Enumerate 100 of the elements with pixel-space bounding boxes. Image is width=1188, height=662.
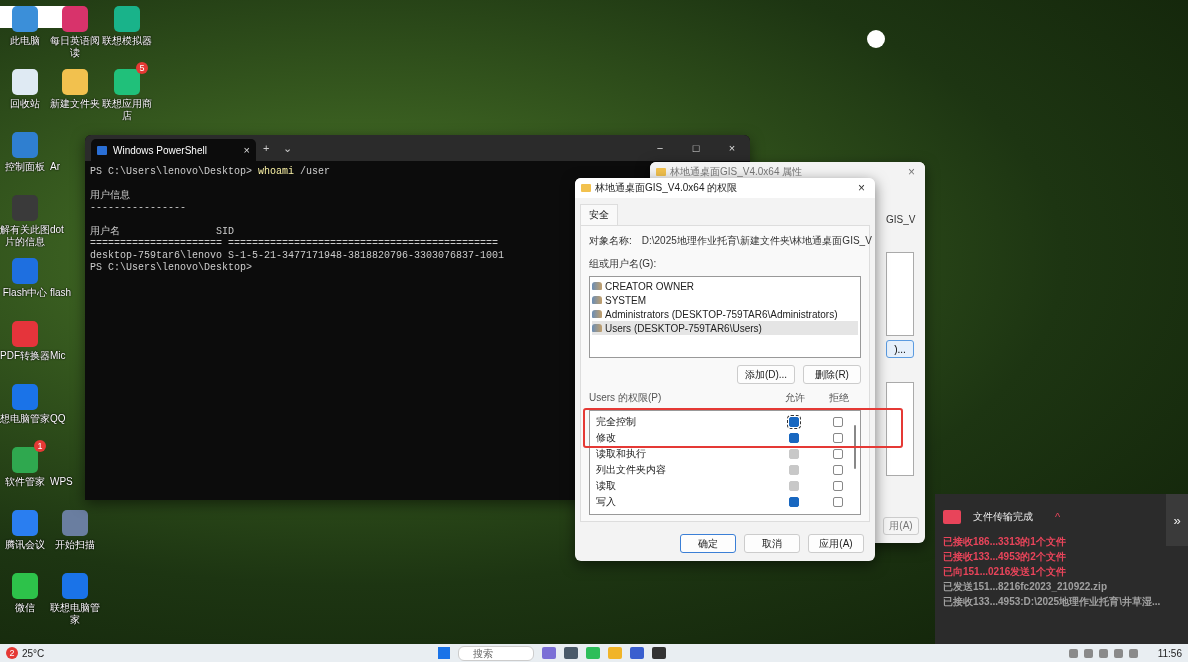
- app-icon[interactable]: [62, 510, 88, 536]
- close-button[interactable]: ×: [904, 165, 919, 179]
- close-button[interactable]: ×: [714, 142, 750, 154]
- app-icon[interactable]: [12, 510, 38, 536]
- user-name: Users (DESKTOP-759TAR6\Users): [605, 322, 762, 334]
- app-icon[interactable]: [114, 69, 140, 95]
- terminal-line: 用户信息: [90, 190, 130, 202]
- close-button[interactable]: ×: [854, 181, 869, 195]
- column-header: 拒绝: [828, 391, 850, 405]
- app-icon[interactable]: [62, 6, 88, 32]
- terminal-line: desktop-759tar6\lenovo S-1-5-21-3477171948-3818820796-3303076837-1001: [90, 250, 505, 262]
- user-item[interactable]: Administrators (DESKTOP-759TAR6\Administrators): [592, 307, 858, 321]
- clock-text: 11:56: [1157, 647, 1182, 659]
- close-tab-button[interactable]: ×: [243, 144, 250, 156]
- permission-name: 修改: [595, 431, 617, 445]
- permission-name: 列出文件夹内容: [595, 463, 667, 477]
- powershell-icon: [97, 145, 107, 155]
- collapse-button[interactable]: ^: [1055, 511, 1061, 523]
- user-item[interactable]: Users (DESKTOP-759TAR6\Users): [592, 321, 858, 335]
- terminal-line: PS C:\Users\lenovo\Desktop> whoami /user: [90, 166, 331, 178]
- user-name: CREATOR OWNER: [605, 280, 695, 292]
- user-name: SYSTEM: [605, 294, 647, 306]
- icon-label: Flash中心: [1, 287, 49, 299]
- field-label: 对象名称:: [589, 234, 632, 248]
- terminal-line: PS C:\Users\lenovo\Desktop>: [90, 262, 253, 274]
- terminal-tab[interactable]: Windows PowerShell ×: [91, 139, 256, 161]
- transfer-entry: 已接收186...3313的1个文件: [943, 536, 1066, 548]
- icon-label: 联想模拟器: [102, 35, 152, 47]
- app-icon[interactable]: [652, 647, 666, 659]
- terminal-line: 用户名 SID: [90, 226, 235, 238]
- icon-label: 此电脑: [9, 35, 41, 47]
- terminal-line: ====================== =============================================: [90, 238, 499, 250]
- app-icon[interactable]: [12, 69, 38, 95]
- remove-button[interactable]: 删除(R): [803, 365, 861, 384]
- transfer-entry: 已接收133...4953的2个文件: [943, 551, 1066, 563]
- maximize-button[interactable]: □: [678, 142, 714, 154]
- app-icon[interactable]: [12, 447, 38, 473]
- icon-label: 联想应用商店: [102, 98, 152, 122]
- apply-button[interactable]: 用(A): [883, 517, 919, 535]
- app-icon[interactable]: [12, 573, 38, 599]
- icon-label: 解有关此图片的信息: [0, 224, 50, 248]
- transfer-entry: 已发送151...8216fc2023_210922.zip: [943, 581, 1107, 593]
- apply-button[interactable]: 应用(A): [808, 534, 864, 553]
- app-icon[interactable]: [114, 6, 140, 32]
- folder-icon: [656, 168, 666, 176]
- checkbox[interactable]: [833, 465, 843, 475]
- checkbox[interactable]: [833, 497, 843, 507]
- icon-label: 腾讯会议: [4, 539, 46, 551]
- app-icon[interactable]: [62, 69, 88, 95]
- add-button[interactable]: 添加(D)...: [737, 365, 795, 384]
- icon-label: Ar: [50, 161, 60, 173]
- checkbox[interactable]: [789, 497, 799, 507]
- ok-button[interactable]: 确定: [680, 534, 736, 553]
- new-tab-button[interactable]: +: [256, 142, 277, 154]
- user-item[interactable]: CREATOR OWNER: [592, 279, 858, 293]
- permission-name: 读取和执行: [595, 447, 647, 461]
- checkbox[interactable]: [833, 417, 843, 427]
- object-path: D:\2025地理作业托育\新建文件夹\林地通桌面GIS_V: [641, 234, 872, 248]
- edit-button[interactable]: )...: [886, 340, 914, 358]
- dropdown-button[interactable]: ⌄: [276, 141, 300, 155]
- permission-name: 读取: [595, 479, 617, 493]
- scrollbar[interactable]: [854, 425, 856, 469]
- transfer-entry: 已接收133...4953:D:\2025地理作业托育\井草湿...: [943, 596, 1161, 608]
- icon-label: 新建文件夹: [50, 98, 100, 110]
- object-name-text: GIS_V: [886, 214, 916, 225]
- icon-label: PDF转换器: [0, 350, 50, 362]
- icon-label: 回收站: [9, 98, 41, 110]
- icon-label: QQ: [50, 413, 66, 425]
- column-header: 允许: [784, 391, 806, 405]
- temperature-text: 25°C: [22, 647, 45, 659]
- field-label: Users 的权限(P): [589, 391, 663, 405]
- checkbox[interactable]: [789, 433, 799, 443]
- weather-badge[interactable]: 2: [6, 647, 18, 659]
- checkbox[interactable]: [789, 417, 799, 427]
- app-icon[interactable]: [630, 647, 644, 659]
- folder-icon: [581, 184, 591, 192]
- checkbox[interactable]: [833, 433, 843, 443]
- app-icon[interactable]: [62, 573, 88, 599]
- notification-title: 文件传输完成: [973, 510, 1033, 524]
- checkbox[interactable]: [833, 481, 843, 491]
- app-icon[interactable]: [564, 647, 578, 659]
- minimize-button[interactable]: −: [642, 142, 678, 154]
- icon-label: Mic: [50, 350, 66, 362]
- user-item[interactable]: SYSTEM: [592, 293, 858, 307]
- window-title: 林地通桌面GIS_V4.0x64 的权限: [595, 181, 739, 195]
- icon-label: 联想电脑管家: [50, 602, 100, 626]
- tab-title: Windows PowerShell: [113, 144, 208, 156]
- expand-button[interactable]: »: [1166, 494, 1188, 546]
- icon-label: 每日英语阅读: [50, 35, 100, 59]
- user-name: Administrators (DESKTOP-759TAR6\Administrators): [605, 308, 838, 320]
- security-tab[interactable]: 安全: [580, 204, 618, 225]
- cancel-button[interactable]: 取消: [744, 534, 800, 553]
- search-field[interactable]: 搜索: [458, 645, 534, 661]
- checkbox[interactable]: [833, 449, 843, 459]
- app-icon[interactable]: [12, 6, 38, 32]
- app-icon[interactable]: [542, 647, 556, 659]
- icon-label: 微信: [14, 602, 36, 614]
- notification-badge: 1: [34, 440, 46, 452]
- start-icon[interactable]: [438, 647, 450, 659]
- transfer-entry: 已向151...0216发送1个文件: [943, 566, 1066, 578]
